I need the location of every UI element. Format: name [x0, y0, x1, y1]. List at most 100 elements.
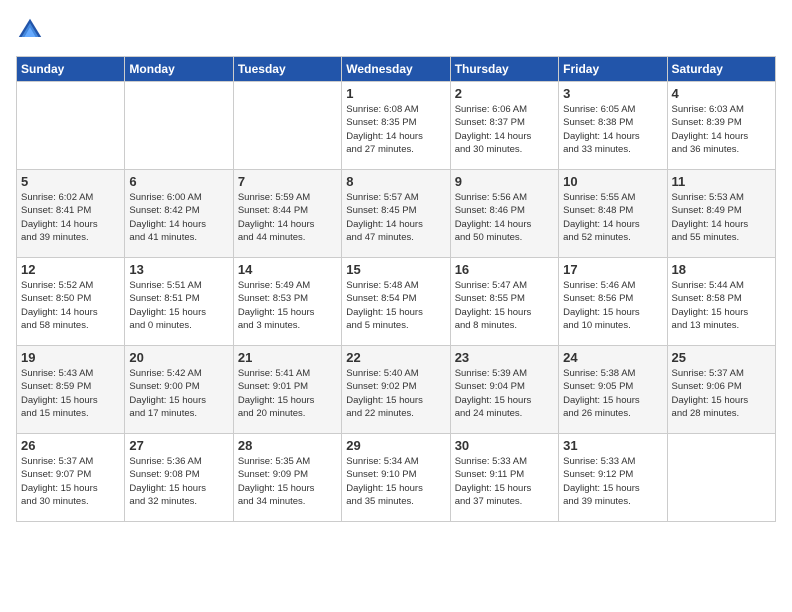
- day-info: Sunrise: 5:36 AM Sunset: 9:08 PM Dayligh…: [129, 455, 228, 508]
- calendar-cell: [17, 82, 125, 170]
- calendar-cell: 10 Sunrise: 5:55 AM Sunset: 8:48 PM Dayli…: [559, 170, 667, 258]
- weekday-header-sunday: Sunday: [17, 57, 125, 82]
- day-info: Sunrise: 5:40 AM Sunset: 9:02 PM Dayligh…: [346, 367, 445, 420]
- day-number: 20: [129, 350, 228, 365]
- day-info: Sunrise: 6:05 AM Sunset: 8:38 PM Dayligh…: [563, 103, 662, 156]
- calendar-cell: [125, 82, 233, 170]
- day-info: Sunrise: 5:48 AM Sunset: 8:54 PM Dayligh…: [346, 279, 445, 332]
- day-info: Sunrise: 5:52 AM Sunset: 8:50 PM Dayligh…: [21, 279, 120, 332]
- weekday-header-tuesday: Tuesday: [233, 57, 341, 82]
- day-number: 3: [563, 86, 662, 101]
- day-info: Sunrise: 5:47 AM Sunset: 8:55 PM Dayligh…: [455, 279, 554, 332]
- calendar-cell: 30 Sunrise: 5:33 AM Sunset: 9:11 PM Dayli…: [450, 434, 558, 522]
- calendar-cell: 31 Sunrise: 5:33 AM Sunset: 9:12 PM Dayli…: [559, 434, 667, 522]
- day-info: Sunrise: 5:51 AM Sunset: 8:51 PM Dayligh…: [129, 279, 228, 332]
- day-info: Sunrise: 5:53 AM Sunset: 8:49 PM Dayligh…: [672, 191, 771, 244]
- day-info: Sunrise: 5:33 AM Sunset: 9:11 PM Dayligh…: [455, 455, 554, 508]
- day-number: 24: [563, 350, 662, 365]
- day-info: Sunrise: 6:03 AM Sunset: 8:39 PM Dayligh…: [672, 103, 771, 156]
- day-number: 31: [563, 438, 662, 453]
- calendar-cell: 17 Sunrise: 5:46 AM Sunset: 8:56 PM Dayli…: [559, 258, 667, 346]
- calendar-week-5: 26Sunrise: 5:37 AM Sunset: 9:07 PM Dayli…: [17, 434, 776, 522]
- day-number: 10: [563, 174, 662, 189]
- day-number: 18: [672, 262, 771, 277]
- day-info: Sunrise: 5:44 AM Sunset: 8:58 PM Dayligh…: [672, 279, 771, 332]
- calendar-week-1: 1 Sunrise: 6:08 AM Sunset: 8:35 PM Daylig…: [17, 82, 776, 170]
- calendar-cell: 4 Sunrise: 6:03 AM Sunset: 8:39 PM Daylig…: [667, 82, 775, 170]
- day-info: Sunrise: 5:56 AM Sunset: 8:46 PM Dayligh…: [455, 191, 554, 244]
- day-info: Sunrise: 6:02 AM Sunset: 8:41 PM Dayligh…: [21, 191, 120, 244]
- logo-icon: [16, 16, 44, 44]
- day-number: 11: [672, 174, 771, 189]
- calendar-cell: 12 Sunrise: 5:52 AM Sunset: 8:50 PM Dayli…: [17, 258, 125, 346]
- logo: [16, 16, 48, 44]
- day-info: Sunrise: 5:55 AM Sunset: 8:48 PM Dayligh…: [563, 191, 662, 244]
- calendar-cell: 14 Sunrise: 5:49 AM Sunset: 8:53 PM Dayli…: [233, 258, 341, 346]
- weekday-header-monday: Monday: [125, 57, 233, 82]
- calendar-cell: 6Sunrise: 6:00 AM Sunset: 8:42 PM Daylig…: [125, 170, 233, 258]
- calendar-cell: 11 Sunrise: 5:53 AM Sunset: 8:49 PM Dayli…: [667, 170, 775, 258]
- day-number: 28: [238, 438, 337, 453]
- day-info: Sunrise: 5:46 AM Sunset: 8:56 PM Dayligh…: [563, 279, 662, 332]
- calendar-cell: 28 Sunrise: 5:35 AM Sunset: 9:09 PM Dayli…: [233, 434, 341, 522]
- day-number: 4: [672, 86, 771, 101]
- weekday-header-wednesday: Wednesday: [342, 57, 450, 82]
- day-number: 21: [238, 350, 337, 365]
- day-info: Sunrise: 5:38 AM Sunset: 9:05 PM Dayligh…: [563, 367, 662, 420]
- day-info: Sunrise: 6:06 AM Sunset: 8:37 PM Dayligh…: [455, 103, 554, 156]
- calendar-cell: 13Sunrise: 5:51 AM Sunset: 8:51 PM Dayli…: [125, 258, 233, 346]
- calendar-week-3: 12 Sunrise: 5:52 AM Sunset: 8:50 PM Dayli…: [17, 258, 776, 346]
- day-number: 19: [21, 350, 120, 365]
- day-info: Sunrise: 5:59 AM Sunset: 8:44 PM Dayligh…: [238, 191, 337, 244]
- day-number: 15: [346, 262, 445, 277]
- calendar-cell: 26Sunrise: 5:37 AM Sunset: 9:07 PM Dayli…: [17, 434, 125, 522]
- day-info: Sunrise: 5:39 AM Sunset: 9:04 PM Dayligh…: [455, 367, 554, 420]
- day-number: 14: [238, 262, 337, 277]
- day-number: 9: [455, 174, 554, 189]
- day-number: 22: [346, 350, 445, 365]
- day-info: Sunrise: 5:34 AM Sunset: 9:10 PM Dayligh…: [346, 455, 445, 508]
- calendar-cell: 20 Sunrise: 5:42 AM Sunset: 9:00 PM Dayli…: [125, 346, 233, 434]
- calendar-cell: 9 Sunrise: 5:56 AM Sunset: 8:46 PM Daylig…: [450, 170, 558, 258]
- day-number: 5: [21, 174, 120, 189]
- calendar-cell: 19Sunrise: 5:43 AM Sunset: 8:59 PM Dayli…: [17, 346, 125, 434]
- calendar-header-row: SundayMondayTuesdayWednesdayThursdayFrid…: [17, 57, 776, 82]
- page-header: [16, 16, 776, 44]
- calendar-cell: 25Sunrise: 5:37 AM Sunset: 9:06 PM Dayli…: [667, 346, 775, 434]
- day-info: Sunrise: 5:42 AM Sunset: 9:00 PM Dayligh…: [129, 367, 228, 420]
- calendar-week-4: 19Sunrise: 5:43 AM Sunset: 8:59 PM Dayli…: [17, 346, 776, 434]
- day-info: Sunrise: 5:33 AM Sunset: 9:12 PM Dayligh…: [563, 455, 662, 508]
- weekday-header-thursday: Thursday: [450, 57, 558, 82]
- calendar-body: 1 Sunrise: 6:08 AM Sunset: 8:35 PM Daylig…: [17, 82, 776, 522]
- calendar-cell: 29 Sunrise: 5:34 AM Sunset: 9:10 PM Dayli…: [342, 434, 450, 522]
- calendar-cell: [667, 434, 775, 522]
- day-info: Sunrise: 5:57 AM Sunset: 8:45 PM Dayligh…: [346, 191, 445, 244]
- calendar-cell: 2 Sunrise: 6:06 AM Sunset: 8:37 PM Daylig…: [450, 82, 558, 170]
- day-info: Sunrise: 5:41 AM Sunset: 9:01 PM Dayligh…: [238, 367, 337, 420]
- calendar-cell: 18 Sunrise: 5:44 AM Sunset: 8:58 PM Dayli…: [667, 258, 775, 346]
- calendar-cell: 7 Sunrise: 5:59 AM Sunset: 8:44 PM Daylig…: [233, 170, 341, 258]
- day-info: Sunrise: 5:35 AM Sunset: 9:09 PM Dayligh…: [238, 455, 337, 508]
- calendar-cell: 27Sunrise: 5:36 AM Sunset: 9:08 PM Dayli…: [125, 434, 233, 522]
- weekday-header-friday: Friday: [559, 57, 667, 82]
- calendar-cell: 16Sunrise: 5:47 AM Sunset: 8:55 PM Dayli…: [450, 258, 558, 346]
- calendar-cell: 1 Sunrise: 6:08 AM Sunset: 8:35 PM Daylig…: [342, 82, 450, 170]
- day-number: 29: [346, 438, 445, 453]
- calendar-cell: 23 Sunrise: 5:39 AM Sunset: 9:04 PM Dayli…: [450, 346, 558, 434]
- day-number: 12: [21, 262, 120, 277]
- calendar-week-2: 5 Sunrise: 6:02 AM Sunset: 8:41 PM Daylig…: [17, 170, 776, 258]
- day-number: 30: [455, 438, 554, 453]
- day-info: Sunrise: 5:49 AM Sunset: 8:53 PM Dayligh…: [238, 279, 337, 332]
- calendar-cell: [233, 82, 341, 170]
- day-info: Sunrise: 6:00 AM Sunset: 8:42 PM Dayligh…: [129, 191, 228, 244]
- weekday-header-saturday: Saturday: [667, 57, 775, 82]
- day-number: 2: [455, 86, 554, 101]
- day-info: Sunrise: 6:08 AM Sunset: 8:35 PM Dayligh…: [346, 103, 445, 156]
- day-number: 1: [346, 86, 445, 101]
- calendar-cell: 3 Sunrise: 6:05 AM Sunset: 8:38 PM Daylig…: [559, 82, 667, 170]
- calendar-cell: 22 Sunrise: 5:40 AM Sunset: 9:02 PM Dayli…: [342, 346, 450, 434]
- day-number: 26: [21, 438, 120, 453]
- day-number: 17: [563, 262, 662, 277]
- day-number: 7: [238, 174, 337, 189]
- day-number: 23: [455, 350, 554, 365]
